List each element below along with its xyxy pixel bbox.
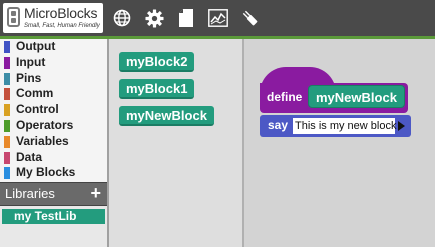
- palette-block-myblock2[interactable]: myBlock2: [119, 52, 195, 72]
- category-output[interactable]: Output: [0, 39, 107, 55]
- category-label: Output: [16, 39, 56, 53]
- category-variables[interactable]: Variables: [0, 134, 107, 150]
- category-color-swatch: [4, 104, 10, 117]
- category-data[interactable]: Data: [0, 150, 107, 166]
- palette-block-mynewblock[interactable]: myNewBlock: [119, 106, 214, 126]
- category-color-swatch: [4, 56, 10, 69]
- block-palette: myBlock2 myBlock1 myNewBlock: [109, 39, 242, 247]
- say-label: say: [268, 118, 289, 132]
- category-color-swatch: [4, 41, 10, 53]
- define-label: define: [267, 90, 303, 104]
- category-label: Control: [16, 102, 59, 117]
- app-tagline: Small, Fast, Human Friendly: [24, 23, 100, 29]
- libraries-label: Libraries: [5, 186, 55, 201]
- define-block-name[interactable]: myNewBlock: [308, 85, 405, 108]
- graph-icon[interactable]: [208, 8, 228, 28]
- library-list: my TestLib: [0, 206, 107, 247]
- category-label: Pins: [16, 70, 42, 85]
- scripting-area[interactable]: define myNewBlock say This is my new blo…: [244, 39, 435, 247]
- libraries-header: Libraries +: [0, 182, 107, 206]
- category-color-swatch: [4, 167, 10, 180]
- category-comm[interactable]: Comm: [0, 86, 107, 102]
- category-list: Output Input Pins Comm Control Operators Varia…: [0, 39, 107, 182]
- category-control[interactable]: Control: [0, 102, 107, 118]
- category-my-blocks[interactable]: My Blocks: [0, 165, 107, 181]
- category-operators[interactable]: Operators: [0, 118, 107, 134]
- say-block[interactable]: say This is my new block: [260, 115, 411, 137]
- library-item-my-testlib[interactable]: my TestLib: [2, 209, 105, 224]
- file-icon[interactable]: [176, 8, 196, 28]
- category-label: Operators: [16, 117, 74, 132]
- expand-arrow-icon[interactable]: [398, 121, 405, 131]
- app-title: MicroBlocks: [24, 5, 98, 21]
- category-label: Comm: [16, 86, 54, 101]
- say-text-input[interactable]: This is my new block: [293, 118, 396, 134]
- category-input[interactable]: Input: [0, 55, 107, 71]
- microblocks-window: MicroBlocks Small, Fast, Human Friendly: [0, 0, 435, 247]
- define-block[interactable]: define myNewBlock: [260, 67, 408, 115]
- category-color-swatch: [4, 151, 10, 164]
- category-pins[interactable]: Pins: [0, 71, 107, 87]
- category-label: My Blocks: [16, 165, 76, 180]
- gear-icon[interactable]: [144, 8, 164, 28]
- category-label: Data: [16, 149, 43, 164]
- category-label: Input: [16, 54, 46, 69]
- category-color-swatch: [4, 135, 10, 148]
- category-color-swatch: [4, 88, 10, 101]
- app-logo[interactable]: MicroBlocks Small, Fast, Human Friendly: [3, 3, 103, 33]
- globe-icon[interactable]: [112, 8, 132, 28]
- palette-block-myblock1[interactable]: myBlock1: [119, 79, 195, 99]
- category-color-swatch: [4, 72, 10, 85]
- category-label: Variables: [16, 133, 69, 148]
- usb-plug-icon[interactable]: [240, 8, 260, 28]
- category-color-swatch: [4, 119, 10, 132]
- microblocks-logo-icon: [7, 7, 20, 27]
- top-toolbar: MicroBlocks Small, Fast, Human Friendly: [0, 0, 435, 36]
- add-library-button[interactable]: +: [90, 183, 101, 204]
